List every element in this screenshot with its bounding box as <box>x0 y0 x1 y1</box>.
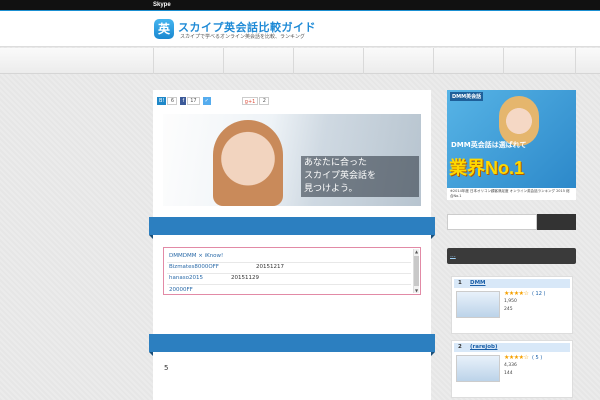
nav-item-3[interactable] <box>293 48 363 74</box>
news-item-2-date: 20151217 <box>256 264 284 270</box>
hero-image: あなたに合った スカイプ英会話を 見つけよう。 <box>163 114 421 206</box>
news-box: DMMDMM × iKnow! Bizmates8000OFF 20151217… <box>163 247 421 295</box>
divider <box>167 262 411 263</box>
ranking-header-2: 2 (rarejob) <box>454 343 570 352</box>
news-item-1-text[interactable]: DMMDMM × iKnow! <box>169 253 223 259</box>
search-form <box>447 214 576 230</box>
news-item-2[interactable]: Bizmates8000OFF 20151217 <box>169 264 284 270</box>
ranking-item-2: 2 (rarejob) ★★★★☆ ( 5 ) 4,336 144 <box>451 340 573 398</box>
facebook-like-button[interactable]: f <box>180 97 187 105</box>
hero-caption: あなたに合った スカイプ英会話を 見つけよう。 <box>301 156 419 197</box>
news-item-3-date: 20151129 <box>231 275 259 281</box>
nav-item-1[interactable] <box>153 48 223 74</box>
section-ribbon-1 <box>149 217 435 239</box>
main-content: B! 6 f 17 ✓ g+1 2 あなたに合った スカイプ英会話を 見つけよう… <box>149 90 435 400</box>
ad-line1: DMM英会話は選ばれて <box>451 141 527 149</box>
sidebar-heading: ... <box>447 248 576 264</box>
rank-info-2: 245 <box>504 307 513 312</box>
section-ribbon-2 <box>149 334 435 356</box>
news-item-1[interactable]: DMMDMM × iKnow! <box>169 253 223 259</box>
scroll-down-icon[interactable]: ▼ <box>415 288 418 293</box>
hatena-bookmark-button[interactable]: B! <box>157 97 167 105</box>
nav-item-6[interactable] <box>503 48 576 74</box>
ad-photo <box>499 96 539 146</box>
logo-icon[interactable]: 英 <box>154 19 174 39</box>
site-header: 英 スカイプ英会話比較ガイド スカイプで学べるオンライン英会話を比較、ランキング <box>0 11 600 47</box>
rank-number: 1 <box>458 280 462 286</box>
google-plus-count: 2 <box>259 97 270 105</box>
news-item-3[interactable]: hanaso2015 20151129 <box>169 275 259 281</box>
nav-item-2[interactable] <box>223 48 293 74</box>
top-bar: Skype <box>0 0 600 11</box>
site-subtitle: スカイプで学べるオンライン英会話を比較、ランキング <box>180 34 305 40</box>
ranking-header-1: 1 DMM <box>454 279 570 288</box>
google-plus-button[interactable]: g+1 <box>241 97 259 105</box>
news-item-5-text[interactable]: 20000FF <box>169 287 193 293</box>
nav-item-4[interactable] <box>363 48 433 74</box>
top-bar-title: Skype <box>153 2 171 8</box>
ranking-item-1: 1 DMM ★★★★☆ ( 12 ) 1,950 245 <box>451 276 573 334</box>
rank-thumbnail[interactable] <box>456 355 500 382</box>
sidebar-heading-link[interactable]: ... <box>450 252 456 259</box>
rank-info-2: 144 <box>504 371 513 376</box>
rank-thumbnail[interactable] <box>456 291 500 318</box>
review-count-link[interactable]: ( 12 ) <box>532 291 545 297</box>
rank-info-1: 4,336 <box>504 363 517 368</box>
scroll-up-icon[interactable]: ▲ <box>415 249 418 254</box>
nav-item-5[interactable] <box>433 48 503 74</box>
ad-footnote: ※2014年度 日本オリコン顧客満足度 オンライン英会話ランキング 2015 総… <box>447 188 576 200</box>
news-scrollbar[interactable]: ▲ ▼ <box>413 249 419 293</box>
tweet-button[interactable]: ✓ <box>202 97 211 105</box>
news-item-3-text[interactable]: hanaso2015 <box>169 275 203 281</box>
dmm-banner-ad[interactable]: DMM英会話 DMM英会話は選ばれて 業界No.1 ※2014年度 日本オリコン… <box>447 90 576 200</box>
search-button[interactable] <box>537 214 576 230</box>
operator-photo <box>213 120 283 206</box>
rank-number: 2 <box>458 344 462 350</box>
facebook-count: 17 <box>187 97 200 105</box>
news-item-5[interactable]: 20000FF <box>169 287 193 293</box>
search-input[interactable] <box>447 214 537 230</box>
rating-stars-icon: ★★★★☆ <box>504 354 529 361</box>
rating-stars-icon: ★★★★☆ <box>504 290 529 297</box>
divider <box>167 273 411 274</box>
rank-name-link[interactable]: DMM <box>470 279 486 288</box>
body-text: 5 <box>164 364 169 372</box>
divider <box>167 284 411 285</box>
ad-line2: 業界No.1 <box>449 158 525 178</box>
rank-name-link[interactable]: (rarejob) <box>470 343 498 352</box>
share-bar: B! 6 f 17 ✓ g+1 2 <box>157 96 272 106</box>
ad-brand: DMM英会話 <box>450 92 484 101</box>
hatena-count: 6 <box>167 97 178 105</box>
scroll-thumb[interactable] <box>414 256 419 286</box>
news-item-2-text[interactable]: Bizmates8000OFF <box>169 264 219 270</box>
rank-info-1: 1,950 <box>504 299 517 304</box>
global-nav <box>0 48 600 74</box>
review-count-link[interactable]: ( 5 ) <box>532 355 542 361</box>
